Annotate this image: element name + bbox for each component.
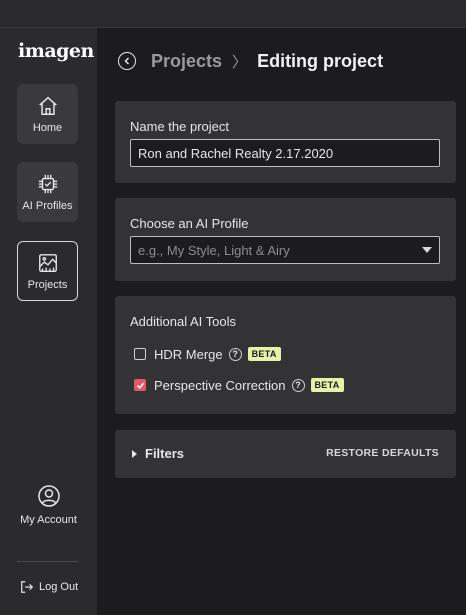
sidebar-item-label: Home — [32, 121, 63, 134]
sidebar-item-label: AI Profiles — [22, 199, 73, 212]
beta-badge: BETA — [310, 378, 344, 392]
sidebar: imagen Home AI Profiles Projects My Acco… — [0, 28, 97, 615]
project-name-card: Name the project — [115, 101, 456, 183]
project-name-label: Name the project — [130, 119, 229, 134]
ai-tools-card: Additional AI Tools HDR Merge ? BETA Per… — [115, 296, 456, 414]
perspective-correction-checkbox[interactable] — [134, 379, 146, 391]
hdr-merge-label: HDR Merge — [154, 346, 223, 362]
hdr-merge-checkbox[interactable] — [134, 348, 146, 360]
ai-profile-label: Choose an AI Profile — [130, 216, 249, 231]
restore-defaults-button[interactable]: RESTORE DEFAULTS — [326, 447, 439, 459]
checkmark-icon — [136, 382, 144, 389]
logout-icon — [21, 581, 34, 593]
help-icon[interactable]: ? — [228, 347, 242, 361]
imagen-logo[interactable]: imagen — [18, 40, 94, 62]
main-content: Projects 〉 Editing project Name the proj… — [97, 28, 466, 615]
chevron-right-icon — [132, 449, 137, 458]
ai-profile-placeholder: e.g., My Style, Light & Airy — [138, 242, 290, 258]
project-name-input[interactable] — [130, 139, 440, 167]
chevron-left-icon — [124, 57, 130, 65]
page-header: Projects 〉 Editing project — [118, 49, 383, 73]
sidebar-item-ai-profiles[interactable]: AI Profiles — [17, 162, 78, 222]
window-top-bar — [0, 0, 466, 28]
caret-down-icon — [422, 247, 432, 253]
account-label: My Account — [20, 514, 77, 526]
tool-hdr-merge[interactable]: HDR Merge ? BETA — [134, 346, 281, 362]
sidebar-item-label: Projects — [27, 278, 68, 291]
chip-icon — [38, 174, 57, 193]
ai-profile-card: Choose an AI Profile e.g., My Style, Lig… — [115, 198, 456, 281]
tool-perspective-correction[interactable]: Perspective Correction ? BETA — [134, 377, 344, 393]
sidebar-item-projects[interactable]: Projects — [17, 241, 78, 301]
filters-card: Filters RESTORE DEFAULTS — [115, 430, 456, 478]
page-title: Editing project — [257, 50, 384, 71]
logout-button[interactable]: Log Out — [20, 580, 78, 594]
back-button[interactable] — [118, 52, 136, 70]
breadcrumb-separator: 〉 — [232, 53, 248, 71]
user-circle-icon — [37, 485, 60, 507]
beta-badge: BETA — [247, 347, 281, 361]
logout-label: Log Out — [39, 581, 79, 593]
filters-toggle[interactable]: Filters — [132, 446, 184, 461]
breadcrumb-projects[interactable]: Projects — [151, 51, 222, 72]
filters-label: Filters — [145, 446, 185, 461]
perspective-correction-label: Perspective Correction — [154, 377, 286, 393]
ai-profile-select[interactable]: e.g., My Style, Light & Airy — [130, 236, 440, 264]
help-icon[interactable]: ? — [291, 378, 305, 392]
home-icon — [38, 96, 57, 115]
sidebar-divider — [17, 561, 78, 562]
ai-tools-label: Additional AI Tools — [130, 314, 236, 329]
sidebar-item-account[interactable]: My Account — [0, 484, 97, 528]
sidebar-item-home[interactable]: Home — [17, 84, 78, 144]
image-chart-icon — [38, 253, 57, 272]
